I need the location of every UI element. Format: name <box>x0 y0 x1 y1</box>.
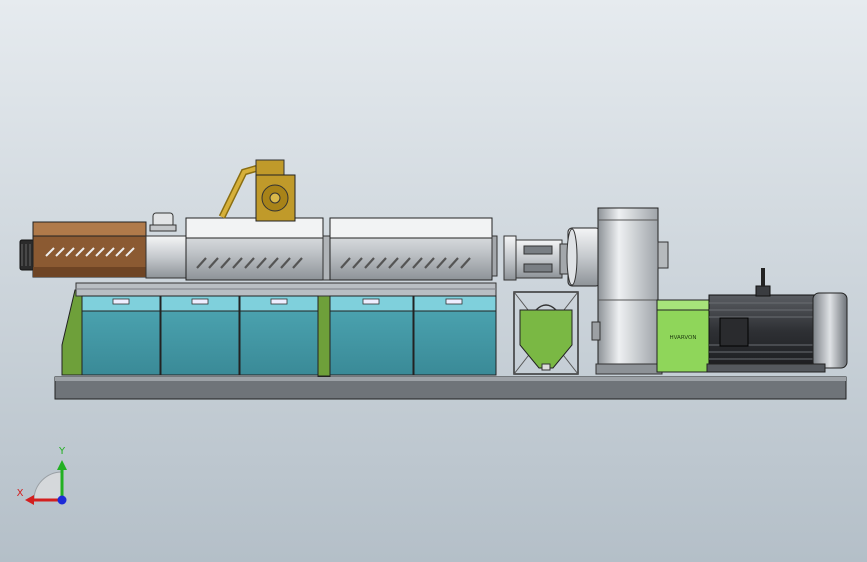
x-arrow-head <box>25 495 34 505</box>
barrel-section-2 <box>329 217 498 281</box>
electric-motor <box>706 268 848 373</box>
barrel-section-1 <box>185 217 324 281</box>
z-axis-dot <box>57 495 67 505</box>
cabinet-3 <box>239 295 319 376</box>
bearing-housing <box>566 227 601 287</box>
control-cabinets <box>81 295 497 376</box>
x-axis-label: X <box>17 488 24 499</box>
feed-hopper <box>513 291 579 375</box>
gearbox-housing: HVARVON <box>656 299 710 373</box>
cabinet-4 <box>329 295 414 376</box>
y-arrow-head <box>57 460 67 470</box>
die-heater <box>19 221 147 278</box>
triad-plane <box>33 471 63 501</box>
coupling <box>503 235 571 281</box>
cabinet-1 <box>81 295 161 376</box>
base-frame <box>54 376 847 400</box>
motor-brand-label: HVARVON <box>670 335 697 341</box>
cabinet-5 <box>413 295 497 376</box>
barrel-transition <box>145 212 187 279</box>
side-feeder-gearbox <box>255 174 296 222</box>
coordinate-triad: Y X <box>17 446 67 505</box>
cabinet-2 <box>160 295 240 376</box>
y-axis-label: Y <box>58 446 66 457</box>
extruder-assembly-drawing: HVARVON Y X <box>17 159 848 505</box>
